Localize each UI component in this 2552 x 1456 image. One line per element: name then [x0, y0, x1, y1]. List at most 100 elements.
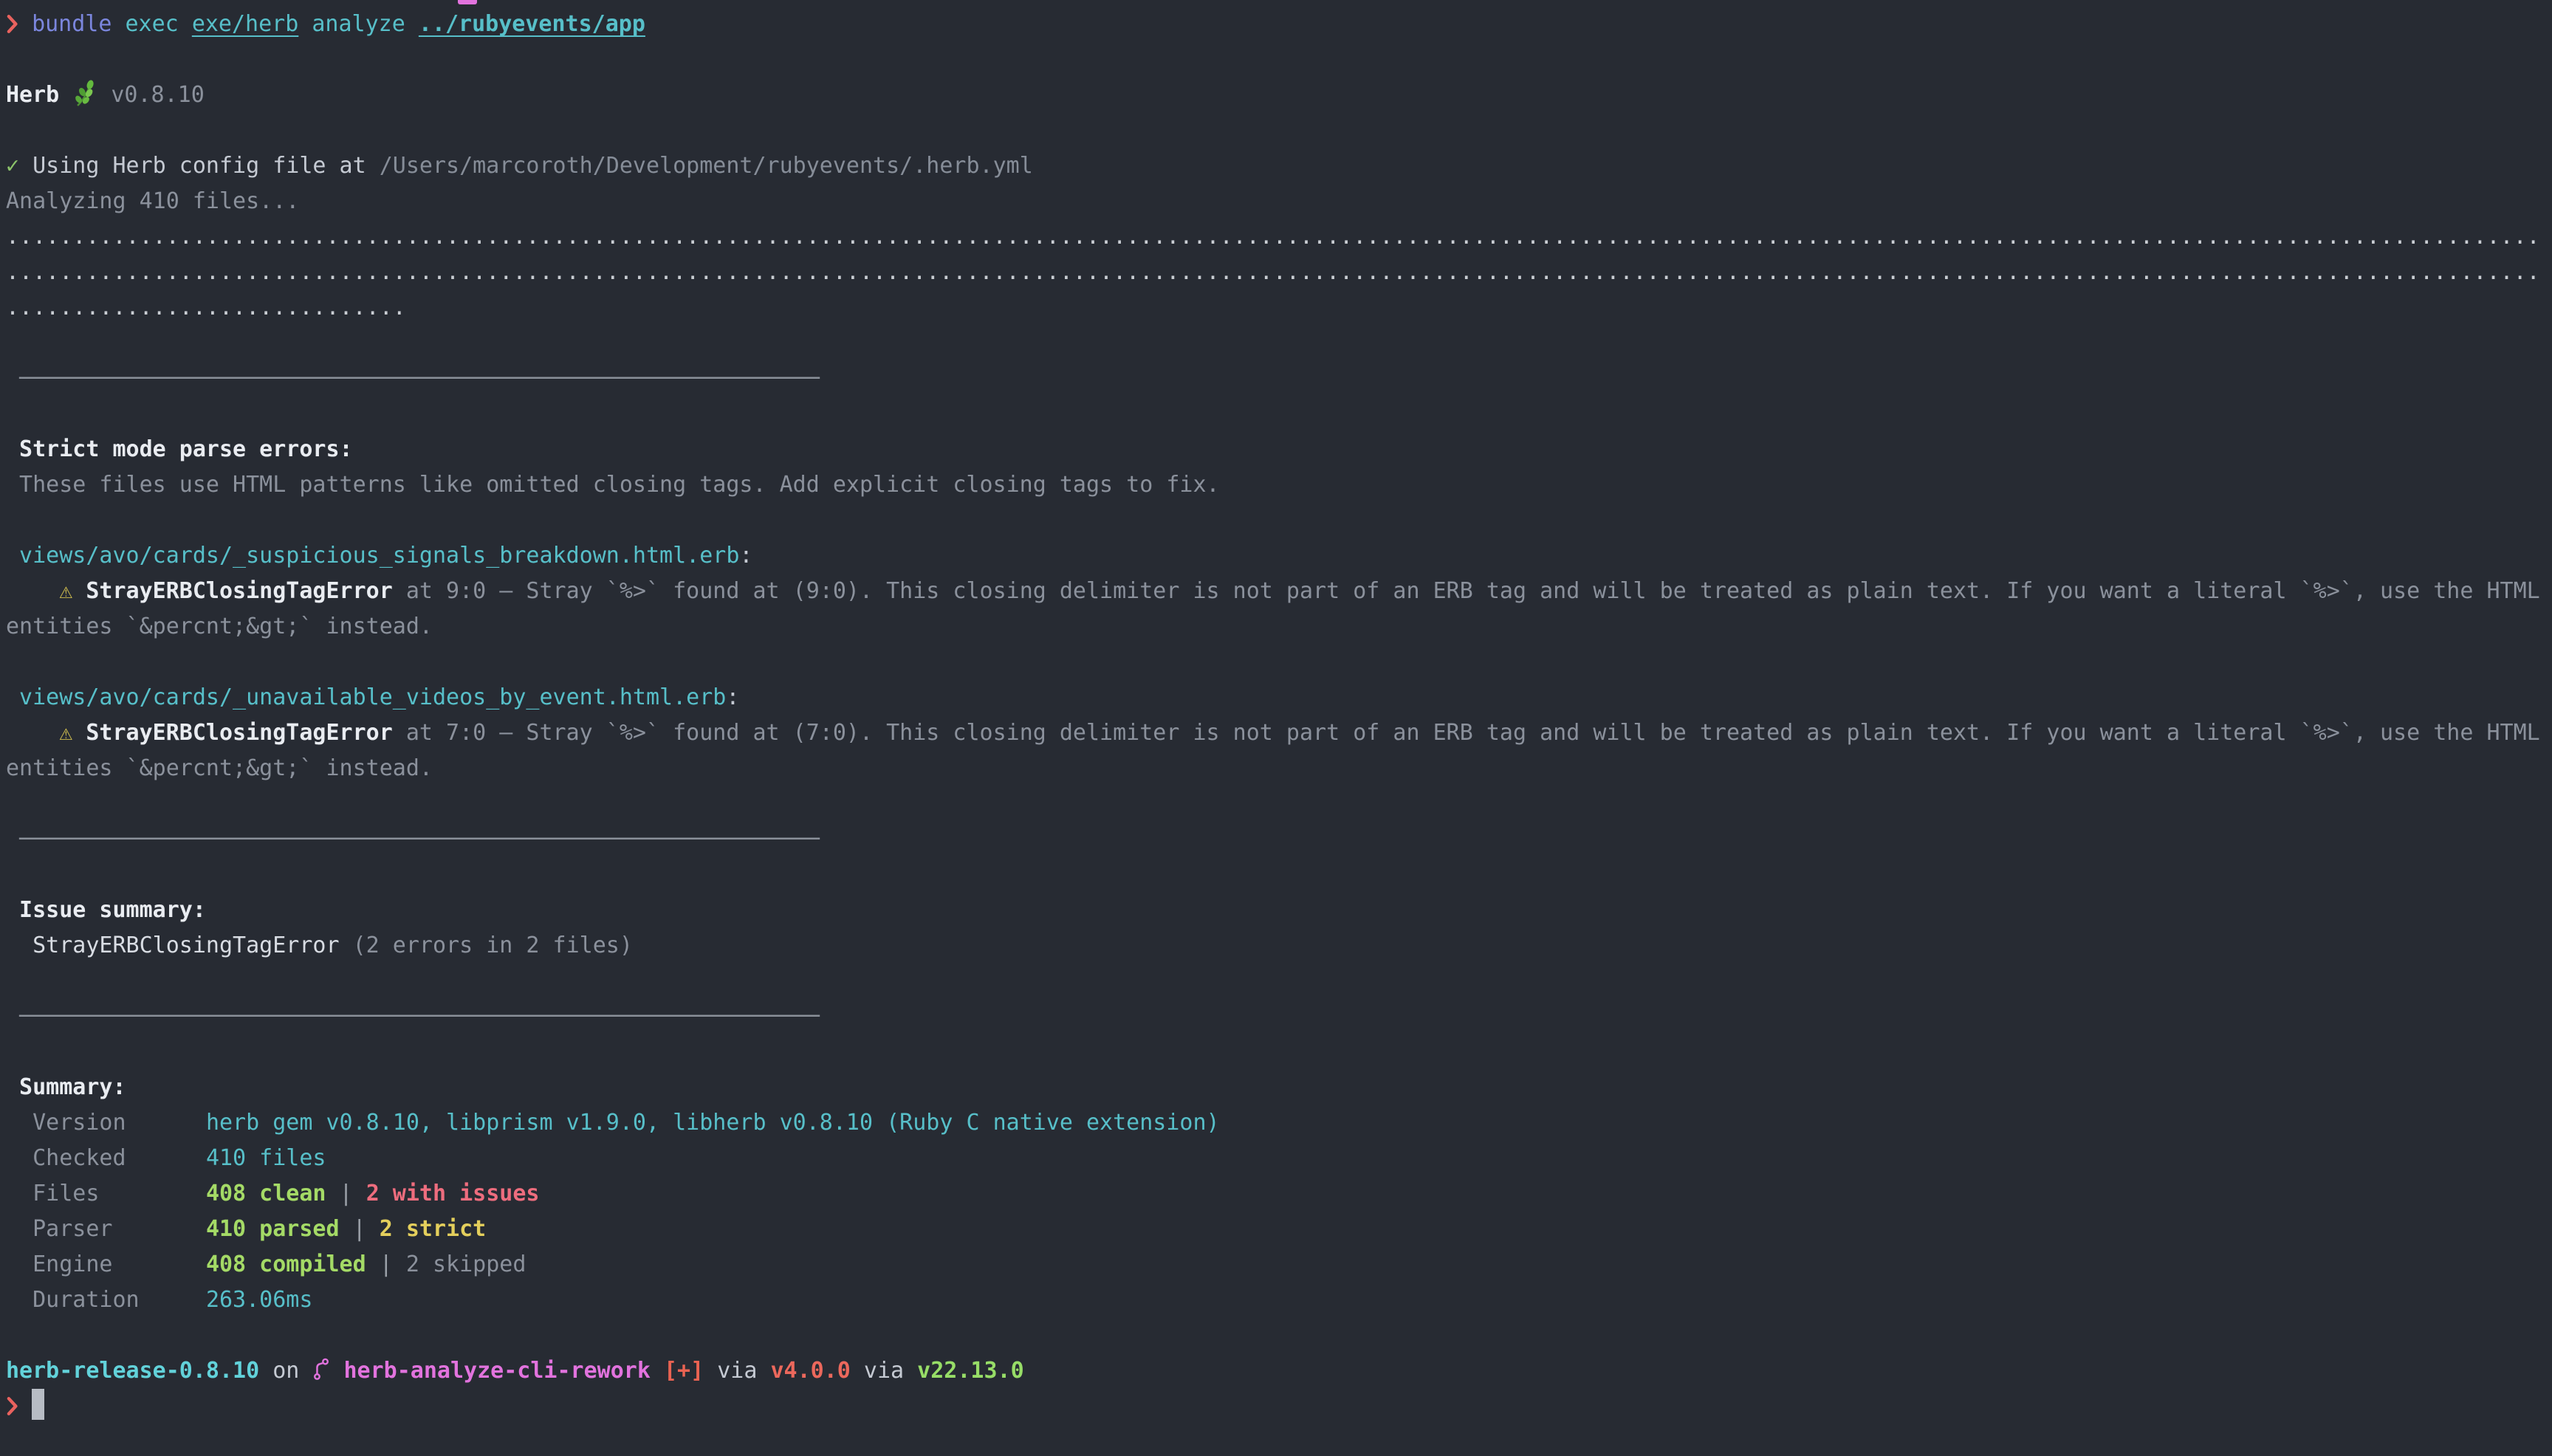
error-detail: ⚠ StrayERBClosingTagError at 9:0 – Stray…	[6, 574, 2552, 609]
text-segment: StrayERBClosingTagError	[86, 720, 392, 746]
herb-version-line: Herb v0.8.10	[6, 78, 2552, 113]
text-segment: analyze	[312, 11, 405, 37]
analyzing-line: Analyzing 410 files...	[6, 184, 2552, 219]
progress-dots: ........................................…	[6, 224, 2540, 250]
git-branch-icon	[312, 1353, 330, 1389]
horizontal-divider: ────────────────────────────────────────…	[6, 1003, 820, 1029]
text-segment: entities `&percnt;&gt;` instead.	[6, 755, 433, 781]
text-segment: herb-analyze-cli-rework	[343, 1358, 650, 1384]
shell-prompt-status-line: herb-release-0.8.10 on herb-analyze-cli-…	[6, 1353, 2552, 1389]
shell-input-line	[6, 1389, 2552, 1424]
text-segment: StrayERBClosingTagError	[6, 933, 353, 958]
text-segment: at 9:0 – Stray `%>` found at (9:0). This…	[393, 578, 2540, 604]
summary-row-engine: Engine 408 compiled | 2 skipped	[6, 1247, 2552, 1282]
text-segment	[651, 1358, 664, 1384]
progress-dots-line: ........................................…	[6, 219, 2552, 255]
text-segment: ../rubyevents/app	[419, 11, 645, 37]
text-segment: ⚠	[59, 720, 72, 746]
text-segment: entities `&percnt;&gt;` instead.	[6, 614, 433, 639]
summary-row-version: Version herb gem v0.8.10, libprism v1.9.…	[6, 1105, 2552, 1141]
error-file-path: views/avo/cards/_unavailable_videos_by_e…	[6, 680, 2552, 715]
text-segment: exe/herb	[192, 11, 299, 37]
summary-row-duration: Duration 263.06ms	[6, 1282, 2552, 1318]
text-segment: /Users/marcoroth/Development/rubyevents/…	[380, 153, 1033, 179]
progress-dots-line: ..............................	[6, 290, 2552, 326]
text-segment	[19, 153, 32, 179]
text-segment: Summary:	[6, 1074, 126, 1100]
text-segment: exec	[126, 11, 179, 37]
text-segment: 2 strict	[380, 1216, 487, 1242]
text-segment	[298, 11, 312, 37]
text-segment: 2 with issues	[366, 1181, 540, 1206]
prompt-chevron-icon	[6, 1389, 18, 1424]
config-line: ✓ Using Herb config file at /Users/marco…	[6, 148, 2552, 184]
blank-line	[6, 503, 2552, 538]
text-segment: Strict mode parse errors:	[6, 436, 353, 462]
terminal-cursor[interactable]	[32, 1389, 44, 1420]
progress-dots: ........................................…	[6, 259, 2540, 285]
terminal[interactable]: bundle exec exe/herb analyze ../rubyeven…	[0, 0, 2552, 1456]
divider-line: ────────────────────────────────────────…	[6, 822, 2552, 857]
text-segment	[72, 578, 86, 604]
text-segment	[330, 1358, 343, 1384]
text-segment	[72, 720, 86, 746]
text-segment: Analyzing 410 files...	[6, 188, 299, 214]
blank-line	[6, 396, 2552, 432]
text-segment: Version	[6, 1110, 206, 1136]
text-segment: 408 clean	[206, 1181, 326, 1206]
blank-line	[6, 786, 2552, 822]
divider-line: ────────────────────────────────────────…	[6, 999, 2552, 1034]
issue-summary-entry: StrayERBClosingTagError (2 errors in 2 f…	[6, 928, 2552, 964]
text-segment: 410 parsed	[206, 1216, 340, 1242]
previous-line-fragment	[458, 0, 477, 4]
text-segment: Engine	[6, 1251, 206, 1277]
text-segment: 263.06ms	[206, 1287, 313, 1313]
error-detail-wrap: entities `&percnt;&gt;` instead.	[6, 609, 2552, 645]
text-segment	[6, 578, 59, 604]
prompt-chevron-icon	[6, 7, 18, 42]
text-segment: :	[739, 543, 752, 569]
horizontal-divider: ────────────────────────────────────────…	[6, 826, 820, 852]
blank-line	[6, 857, 2552, 893]
strict-errors-heading: Strict mode parse errors:	[6, 432, 2552, 467]
text-segment: ✓	[6, 153, 19, 179]
progress-dots-line: ........................................…	[6, 255, 2552, 290]
text-segment: views/avo/cards/_unavailable_videos_by_e…	[6, 684, 726, 710]
text-segment: Duration	[6, 1287, 206, 1313]
text-segment: (2 errors in 2 files)	[353, 933, 633, 958]
text-segment: views/avo/cards/_suspicious_signals_brea…	[6, 543, 739, 569]
summary-row-checked: Checked 410 files	[6, 1141, 2552, 1176]
blank-line	[6, 964, 2552, 999]
text-segment: v4.0.0	[770, 1358, 850, 1384]
progress-dots: ..............................	[6, 295, 406, 320]
text-segment: |	[366, 1251, 406, 1277]
text-segment: Files	[6, 1181, 206, 1206]
error-detail-wrap: entities `&percnt;&gt;` instead.	[6, 751, 2552, 786]
error-detail: ⚠ StrayERBClosingTagError at 7:0 – Stray…	[6, 715, 2552, 751]
text-segment: [+]	[664, 1358, 704, 1384]
text-segment	[18, 1393, 32, 1419]
text-segment: 2 skipped	[406, 1251, 526, 1277]
blank-line	[6, 1034, 2552, 1070]
text-segment	[179, 11, 192, 37]
text-segment: bundle	[32, 11, 112, 37]
text-segment: StrayERBClosingTagError	[86, 578, 392, 604]
text-segment: herb gem v0.8.10, libprism v1.9.0, libhe…	[206, 1110, 1220, 1136]
text-segment	[6, 720, 59, 746]
text-segment: v22.13.0	[917, 1358, 1024, 1384]
text-segment: via	[851, 1358, 917, 1384]
text-segment	[405, 11, 419, 37]
herb-leaf-icon	[72, 78, 97, 113]
blank-line	[6, 1318, 2552, 1353]
text-segment: via	[704, 1358, 770, 1384]
text-segment: on	[259, 1358, 312, 1384]
summary-row-files: Files 408 clean | 2 with issues	[6, 1176, 2552, 1212]
blank-line	[6, 326, 2552, 361]
strict-errors-description: These files use HTML patterns like omitt…	[6, 467, 2552, 503]
text-segment	[112, 11, 125, 37]
text-segment: These files use HTML patterns like omitt…	[6, 472, 1220, 498]
text-segment: ⚠	[59, 578, 72, 604]
text-segment: |	[326, 1181, 366, 1206]
error-file-path: views/avo/cards/_suspicious_signals_brea…	[6, 538, 2552, 574]
text-segment: :	[726, 684, 739, 710]
